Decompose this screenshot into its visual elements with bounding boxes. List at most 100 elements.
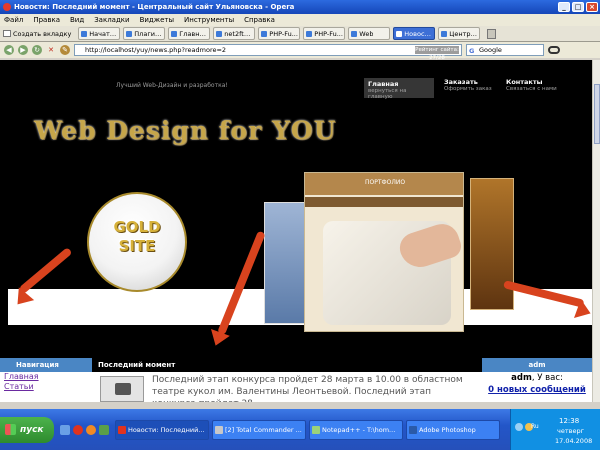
red-arrow-head	[206, 329, 230, 349]
portfolio-menu-bar	[305, 197, 463, 207]
scrollbar-thumb[interactable]	[594, 84, 600, 144]
notepad-icon	[312, 425, 320, 434]
page-icon	[216, 30, 223, 37]
close-button[interactable]: ×	[586, 2, 598, 12]
nav-contacts[interactable]: Контакты Связаться с нами	[506, 78, 576, 92]
vertical-scrollbar[interactable]	[592, 60, 600, 402]
maximize-button[interactable]: □	[572, 2, 584, 12]
edit-icon[interactable]: ✎	[60, 45, 70, 55]
news-thumbnail	[100, 376, 144, 402]
page-icon	[126, 30, 133, 37]
greeting-rest: , У вас:	[531, 373, 563, 383]
windows-logo-icon	[5, 423, 16, 435]
tab-bar: Создать вкладку Начать... Плагин... Глав…	[0, 26, 600, 42]
user-greeting: adm, У вас:	[482, 372, 592, 384]
taskbar-item-notepad[interactable]: Notepad++ - T:\hom...	[309, 419, 403, 440]
site-rating-badge: Рейтинг сайта: 27/28	[415, 46, 459, 61]
news-header: Последний момент	[92, 358, 482, 372]
nav-home-subtitle: вернуться на главную	[368, 88, 407, 100]
menu-widgets[interactable]: Виджеты	[140, 14, 174, 26]
nav-link-articles[interactable]: Статьи	[0, 382, 92, 392]
new-messages-link[interactable]: 0 новых сообщений	[482, 384, 592, 396]
navigation-panel: Навигация Главная Статьи	[0, 358, 92, 402]
clock-date: 17.04.2008	[555, 437, 593, 445]
nav-contacts-subtitle: Связаться с нами	[506, 86, 557, 92]
portfolio-label: ПОРТФОЛИО	[365, 179, 406, 186]
tab-label: Web	[359, 29, 374, 38]
trash-icon[interactable]	[487, 28, 497, 39]
window-controls: _ □ ×	[558, 2, 598, 12]
task-label: Notepad++ - T:\hom...	[322, 425, 396, 434]
address-field[interactable]: http://localhost/yuy/news.php?readmore=2…	[74, 44, 462, 61]
search-input[interactable]: G Google	[466, 44, 544, 56]
tab[interactable]: PHP-Fu...	[303, 27, 346, 40]
new-tab-button[interactable]: Создать вкладку	[3, 30, 75, 38]
tab[interactable]: Плагин...	[123, 27, 166, 40]
app-icon[interactable]	[99, 424, 109, 435]
tab-label: Плагин...	[134, 29, 165, 38]
stop-icon[interactable]: ✕	[46, 45, 56, 55]
language-indicator[interactable]: Ru	[531, 423, 539, 430]
tab[interactable]: Центра...	[438, 27, 481, 40]
taskbar-item-photoshop[interactable]: Adobe Photoshop	[406, 419, 500, 440]
navigation-header: Навигация	[0, 358, 92, 372]
opera-logo-icon	[3, 3, 11, 11]
reload-icon[interactable]: ↻	[32, 45, 42, 55]
nav-contacts-title: Контакты	[506, 78, 543, 86]
opera-icon[interactable]	[73, 424, 83, 435]
opera-icon	[118, 425, 126, 434]
binoculars-icon[interactable]	[548, 46, 560, 54]
page-icon	[351, 30, 358, 37]
task-label: [2] Total Commander ...	[225, 425, 302, 434]
news-panel: Последний момент Последний этап конкурса…	[92, 358, 482, 402]
tab-label: Центра...	[449, 29, 480, 38]
firefox-icon[interactable]	[86, 424, 96, 435]
tab[interactable]: Начать...	[78, 27, 121, 40]
nav-order-title: Заказать	[444, 78, 478, 86]
page-icon	[396, 30, 403, 37]
quick-launch	[54, 424, 115, 435]
tab-label: net2ftp -...	[224, 29, 255, 38]
page-icon	[441, 30, 448, 37]
google-icon: G	[469, 47, 475, 55]
menu-help[interactable]: Справка	[244, 14, 275, 26]
title-bar: Новости: Последний момент - Центральный …	[0, 0, 600, 14]
taskbar-item-total-commander[interactable]: [2] Total Commander ...	[212, 419, 306, 440]
menu-file[interactable]: Файл	[4, 14, 23, 26]
menu-edit[interactable]: Правка	[33, 14, 60, 26]
user-panel-header: adm	[482, 358, 592, 372]
nav-order[interactable]: Заказать Оформить заказ	[444, 78, 514, 92]
page-viewport: Лучший Web-Дизайн и разработка! Главная …	[0, 60, 592, 402]
portfolio-screenshot-right	[470, 178, 514, 310]
tab[interactable]: PHP-Fu...	[258, 27, 301, 40]
menu-tools[interactable]: Инструменты	[184, 14, 234, 26]
start-button[interactable]: пуск	[0, 416, 54, 443]
menu-bookmarks[interactable]: Закладки	[94, 14, 129, 26]
new-tab-label: Создать вкладку	[13, 29, 72, 38]
menu-view[interactable]: Вид	[70, 14, 84, 26]
nav-home[interactable]: Главная вернуться на главную	[364, 78, 434, 100]
taskbar-item-opera[interactable]: Новости: Последний...	[115, 419, 209, 440]
tab-label: PHP-Fu...	[269, 29, 298, 38]
nav-order-subtitle: Оформить заказ	[444, 86, 492, 92]
network-icon[interactable]	[515, 423, 523, 431]
desktop-icon[interactable]	[60, 424, 70, 435]
user-name: adm	[511, 373, 532, 383]
nav-link-home[interactable]: Главная	[0, 372, 92, 382]
minimize-button[interactable]: _	[558, 2, 570, 12]
tab[interactable]: Главны...	[168, 27, 211, 40]
user-panel: adm adm, У вас: 0 новых сообщений	[482, 358, 592, 402]
tab-label: Главны...	[179, 29, 210, 38]
logo-line-1: GOLD	[113, 218, 161, 236]
new-tab-icon	[3, 30, 11, 37]
page-icon	[171, 30, 178, 37]
back-icon[interactable]: ◀	[4, 45, 14, 55]
tab[interactable]: net2ftp -...	[213, 27, 256, 40]
forward-icon[interactable]: ▶	[18, 45, 28, 55]
tab[interactable]: Web	[348, 27, 391, 40]
banner-heading: Web Design for YOU	[34, 116, 337, 145]
tab-active[interactable]: Новост...	[393, 27, 436, 40]
page-icon	[306, 30, 313, 37]
tab-label: Новост...	[404, 29, 435, 38]
task-label: Новости: Последний...	[128, 425, 205, 434]
